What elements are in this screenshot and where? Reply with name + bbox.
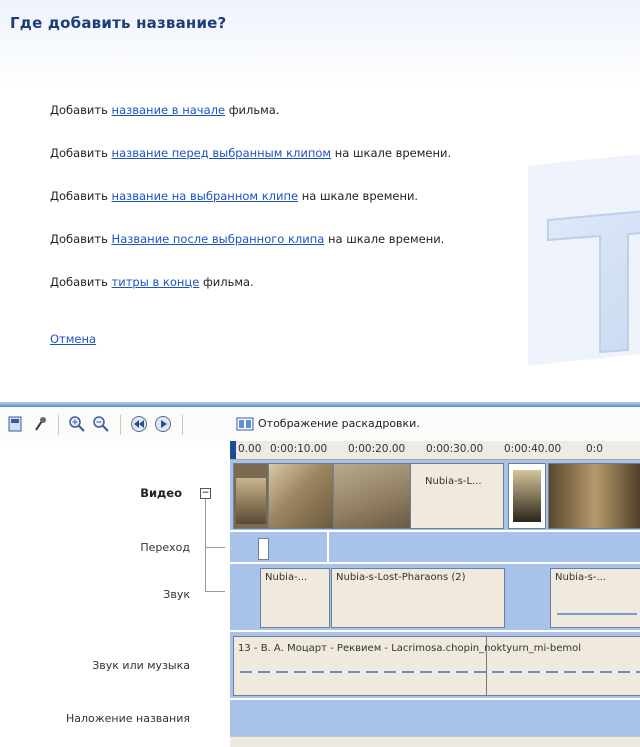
ruler-tick: 0:0: [586, 443, 603, 455]
title-overlay-track: [230, 700, 640, 736]
zoom-in-icon[interactable]: [68, 415, 86, 433]
audio-clip[interactable]: Nubia-...: [260, 568, 330, 628]
tree-connector: [205, 547, 225, 548]
zoom-out-icon[interactable]: [92, 415, 110, 433]
ruler-tick: 0:00:20.00: [348, 443, 406, 455]
ruler-tick: 0.00: [238, 443, 262, 455]
ruler-tick: 0:00:30.00: [426, 443, 484, 455]
task-prefix: Добавить: [50, 232, 112, 246]
play-icon[interactable]: [154, 415, 172, 433]
clip-label: Nubia-s-Lost-Pharaons (2): [336, 572, 466, 583]
video-clip[interactable]: [548, 463, 640, 529]
playhead[interactable]: [230, 441, 236, 459]
toolbar-divider: [58, 415, 59, 435]
clip-thumbnail: [334, 464, 410, 528]
task-credits-at-end: Добавить титры в конце фильма.: [50, 275, 254, 289]
cancel-link[interactable]: Отмена: [50, 332, 96, 346]
task-title-at-start: Добавить название в начале фильма.: [50, 103, 280, 117]
track-label-audio-music: Звук или музыка: [92, 659, 190, 672]
clip-thumbnail: [236, 478, 266, 524]
clip-label: 13 - В. А. Моцарт - Реквием - Lacrimosa.…: [238, 643, 582, 654]
task-suffix: фильма.: [225, 103, 280, 117]
video-clip[interactable]: [268, 463, 334, 529]
collapse-video-button[interactable]: −: [200, 488, 211, 499]
clip-thumbnail: [513, 470, 541, 522]
video-clip[interactable]: Nubia-s-L...: [410, 463, 504, 529]
ruler-tick: 0:00:40.00: [504, 443, 562, 455]
waveform: [240, 671, 640, 673]
task-prefix: Добавить: [50, 189, 112, 203]
transition-marker: [327, 532, 329, 562]
task-suffix: фильма.: [199, 275, 254, 289]
task-title-before-clip: Добавить название перед выбранным клипом…: [50, 146, 451, 160]
title-task-pane: Где добавить название? Добавить название…: [0, 0, 640, 402]
video-clip[interactable]: [508, 463, 546, 529]
timeline-tracks: Nubia-s-L... Nubia-... Nubia-s-Lost-Phar…: [230, 460, 640, 746]
timeline-toolbar: Отображение раскадровки.: [0, 407, 640, 442]
tree-connector: [205, 591, 225, 592]
pane-title: Где добавить название?: [10, 14, 227, 32]
clip-boundary: [486, 637, 487, 695]
toolbar-divider: [182, 415, 183, 435]
track-label-video: Видео: [140, 486, 182, 500]
clip-label: Nubia-s-...: [555, 572, 607, 583]
task-suffix: на шкале времени.: [298, 189, 419, 203]
narrate-icon[interactable]: [32, 415, 50, 433]
title-on-clip-link[interactable]: название на выбранном клипе: [112, 189, 299, 203]
track-label-transition: Переход: [140, 541, 190, 554]
task-suffix: на шкале времени.: [324, 232, 445, 246]
title-before-clip-link[interactable]: название перед выбранным клипом: [112, 146, 332, 160]
storyboard-view-button[interactable]: Отображение раскадровки.: [258, 417, 420, 430]
timeline-horizontal-scrollbar[interactable]: [230, 736, 640, 747]
track-label-audio: Звук: [163, 588, 190, 601]
audio-clip[interactable]: Nubia-s-...: [550, 568, 640, 628]
task-prefix: Добавить: [50, 275, 112, 289]
video-clip[interactable]: [233, 463, 269, 529]
storyboard-toggle-icon[interactable]: [236, 415, 254, 433]
storyboard-view-icon[interactable]: [6, 415, 24, 433]
task-suffix: на шкале времени.: [331, 146, 452, 160]
credits-at-end-link[interactable]: титры в конце: [112, 275, 200, 289]
clip-label: Nubia-s-L...: [425, 476, 482, 487]
transition-item[interactable]: [258, 538, 269, 560]
task-title-on-clip: Добавить название на выбранном клипе на …: [50, 189, 418, 203]
audio-clip[interactable]: Nubia-s-Lost-Pharaons (2): [331, 568, 505, 628]
track-label-title-overlay: Наложение названия: [65, 712, 190, 725]
time-ruler[interactable]: 0.00 0:00:10.00 0:00:20.00 0:00:30.00 0:…: [230, 441, 640, 460]
video-clip[interactable]: [333, 463, 411, 529]
tree-connector: [205, 499, 206, 592]
title-at-start-link[interactable]: название в начале: [112, 103, 226, 117]
clip-thumbnail: [549, 464, 640, 528]
title-after-clip-link[interactable]: Название после выбранного клипа: [112, 232, 325, 246]
music-clip[interactable]: 13 - В. А. Моцарт - Реквием - Lacrimosa.…: [233, 636, 640, 696]
waveform: [557, 613, 637, 615]
task-title-after-clip: Добавить Название после выбранного клипа…: [50, 232, 444, 246]
rewind-icon[interactable]: [130, 415, 148, 433]
task-prefix: Добавить: [50, 146, 112, 160]
transition-track: [230, 532, 640, 562]
clip-label: Nubia-...: [265, 572, 308, 583]
clip-thumbnail: [269, 464, 333, 528]
track-labels: Видео − Переход Звук Звук или музыка Нал…: [0, 441, 230, 746]
title-watermark-icon: [528, 150, 640, 366]
ruler-tick: 0:00:10.00: [270, 443, 328, 455]
toolbar-divider: [120, 415, 121, 435]
task-prefix: Добавить: [50, 103, 112, 117]
